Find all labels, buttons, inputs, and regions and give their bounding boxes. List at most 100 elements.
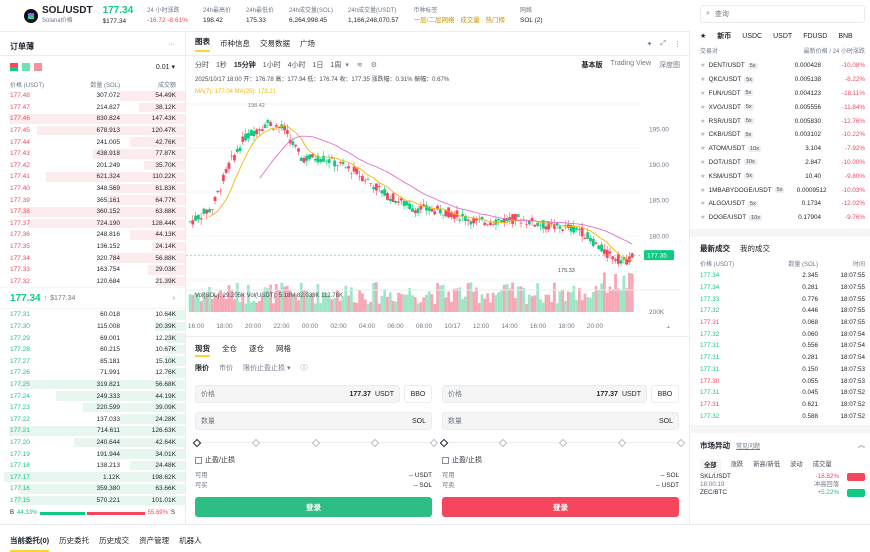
ask-row[interactable]: 177.44 241.005 42.76K	[0, 136, 185, 148]
star-icon[interactable]: ★	[700, 187, 706, 194]
trade-tab-2[interactable]: 逐仓	[249, 343, 264, 357]
sell-tpsl[interactable]: 止盈/止损	[442, 455, 482, 465]
market-row[interactable]: ★ QKC/USDT 5x 0.005138 -8.22%	[690, 73, 870, 87]
interval-3[interactable]: 1小时	[263, 60, 281, 70]
bid-row[interactable]: 177.26 71.991 12.76K	[0, 367, 185, 379]
slider-step[interactable]	[429, 438, 439, 448]
bid-row[interactable]: 177.20 240.644 42.64K	[0, 437, 185, 449]
slider-step[interactable]	[558, 438, 567, 448]
slider-step[interactable]	[192, 438, 202, 448]
ask-row[interactable]: 177.34 320.784 56.88K	[0, 252, 185, 264]
star-icon[interactable]: ★	[700, 62, 706, 69]
ask-row[interactable]: 177.41 621.324 110.22K	[0, 171, 185, 183]
tab-trading-data[interactable]: 交易数据	[260, 38, 290, 49]
type-market[interactable]: 市价	[219, 363, 233, 373]
ask-row[interactable]: 177.38 360.152 63.88K	[0, 206, 185, 218]
more-icon[interactable]: ···	[168, 41, 175, 55]
market-header-price[interactable]: 最新价格 / 24 小时涨跌	[804, 46, 865, 59]
star-icon[interactable]: ★	[700, 76, 706, 83]
sell-price-field[interactable]: 价格 177.37 USDT	[442, 385, 647, 403]
star-icon[interactable]: ★	[700, 118, 706, 125]
star-icon[interactable]: ★	[700, 214, 706, 221]
bottom-tab-4[interactable]: 机器人	[179, 535, 202, 552]
market-row[interactable]: ★ FUN/USDT 5x 0.004123 -18.11%	[690, 87, 870, 101]
star-icon[interactable]: ★	[700, 104, 706, 111]
view-asks-icon[interactable]	[34, 63, 42, 71]
slider-step[interactable]	[617, 438, 626, 448]
movers-tab-0[interactable]: 全部	[700, 458, 721, 473]
bid-row[interactable]: 177.31 60.018 10.64K	[0, 309, 185, 321]
type-stop-limit[interactable]: 限价止盈止损 ▾	[243, 363, 290, 373]
interval-2[interactable]: 15分钟	[234, 60, 256, 70]
bid-row[interactable]: 177.24 249.333 44.19K	[0, 390, 185, 402]
tab-latest-trades[interactable]: 最新成交	[700, 243, 730, 257]
sell-slider[interactable]	[439, 438, 686, 448]
movers-faq-link[interactable]: 常见问题	[736, 441, 760, 450]
interval-5[interactable]: 1日	[313, 60, 324, 70]
bid-row[interactable]: 177.18 138.213 24.48K	[0, 460, 185, 472]
pair-subtitle[interactable]: Solana价格	[42, 16, 93, 27]
interval-6[interactable]: 1周	[330, 60, 341, 70]
interval-0[interactable]: 分时	[195, 60, 209, 70]
ask-row[interactable]: 177.45 678.913 120.47K	[0, 125, 185, 137]
trade-tab-0[interactable]: 现货	[195, 343, 210, 357]
star-icon[interactable]: ★	[700, 200, 706, 207]
bottom-tab-2[interactable]: 历史成交	[99, 535, 129, 552]
interval-4[interactable]: 4小时	[288, 60, 306, 70]
checkbox-icon[interactable]	[195, 456, 202, 464]
settings-icon[interactable]: ⚙	[371, 61, 377, 69]
bid-row[interactable]: 177.22 137.033 24.28K	[0, 413, 185, 425]
interval-1[interactable]: 1秒	[216, 60, 227, 70]
market-row[interactable]: ★ CKB/USDT 5x 0.003102 -10.22%	[690, 128, 870, 142]
tab-coin-info[interactable]: 币种信息	[220, 38, 250, 49]
movers-tab-2[interactable]: 新高/新低	[753, 459, 780, 473]
ask-row[interactable]: 177.32 120.684 21.39K	[0, 276, 185, 288]
market-row[interactable]: ★ XVG/USDT 5x 0.005556 -11.84%	[690, 100, 870, 114]
tab-my-trades[interactable]: 我的成交	[740, 243, 770, 257]
chart-settings-icon[interactable]: ⫠	[666, 323, 671, 330]
bid-row[interactable]: 177.28 60.215 10.67K	[0, 344, 185, 356]
bottom-tab-3[interactable]: 资产管理	[139, 535, 169, 552]
market-row[interactable]: ★ ALGO/USDT 5x 0.1734 -12.02%	[690, 197, 870, 211]
view-0[interactable]: 基本版	[582, 60, 603, 70]
buy-bbo-button[interactable]: BBO	[404, 385, 432, 403]
indicator-icon[interactable]: ≋	[357, 61, 363, 69]
market-header-pair[interactable]: 交易对	[700, 46, 718, 59]
buy-qty-field[interactable]: 数量 SOL	[195, 412, 432, 430]
slider-step[interactable]	[499, 438, 508, 448]
sell-bbo-button[interactable]: BBO	[651, 385, 679, 403]
slider-step[interactable]	[676, 438, 686, 448]
star-icon[interactable]: ★	[700, 131, 706, 138]
ask-row[interactable]: 177.47 214.827 38.12K	[0, 102, 185, 114]
slider-step[interactable]	[311, 438, 320, 448]
ask-row[interactable]: 177.36 248.816 44.13K	[0, 229, 185, 241]
bottom-tab-0[interactable]: 当前委托(0)	[10, 535, 50, 552]
trade-tab-1[interactable]: 全仓	[222, 343, 237, 357]
chevron-down-icon[interactable]: ▾	[345, 61, 349, 69]
star-icon[interactable]: ★	[700, 159, 706, 166]
tab-new[interactable]: 新币	[717, 31, 731, 41]
market-row[interactable]: ★ DOT/USDT 10x 2.847 -10.00%	[690, 156, 870, 170]
tab-square[interactable]: 广场	[300, 38, 315, 49]
mover-row[interactable]: SKL/USDT 18:00:19 -18.82% 冲高回落	[690, 472, 870, 489]
movers-tab-3[interactable]: 波动	[790, 459, 803, 473]
chevron-right-icon[interactable]: ›	[173, 295, 175, 302]
bid-row[interactable]: 177.19 191.944 34.01K	[0, 448, 185, 460]
info-icon[interactable]: ⓘ	[300, 363, 307, 373]
bid-row[interactable]: 177.27 85.181 15.10K	[0, 355, 185, 367]
ask-row[interactable]: 177.48 307.072 54.49K	[0, 90, 185, 102]
buy-login-button[interactable]: 登录	[195, 497, 432, 517]
tab-usdc[interactable]: USDC	[742, 33, 762, 40]
slider-step[interactable]	[252, 438, 261, 448]
bid-row[interactable]: 177.23 220.599 39.09K	[0, 402, 185, 414]
magic-icon[interactable]: ✦	[647, 40, 653, 48]
star-icon[interactable]: ★	[700, 32, 706, 40]
checkbox-icon[interactable]	[442, 456, 449, 464]
ask-row[interactable]: 177.40 348.569 61.83K	[0, 183, 185, 195]
star-icon[interactable]: ★	[700, 173, 706, 180]
ask-row[interactable]: 177.33 163.754 29.03K	[0, 264, 185, 276]
bid-row[interactable]: 177.30 115.008 20.39K	[0, 321, 185, 333]
tab-usdt[interactable]: USDT	[773, 33, 792, 40]
market-row[interactable]: ★ KSM/USDT 5x 10.40 -9.80%	[690, 169, 870, 183]
expand-icon[interactable]: ⤢	[660, 40, 666, 48]
